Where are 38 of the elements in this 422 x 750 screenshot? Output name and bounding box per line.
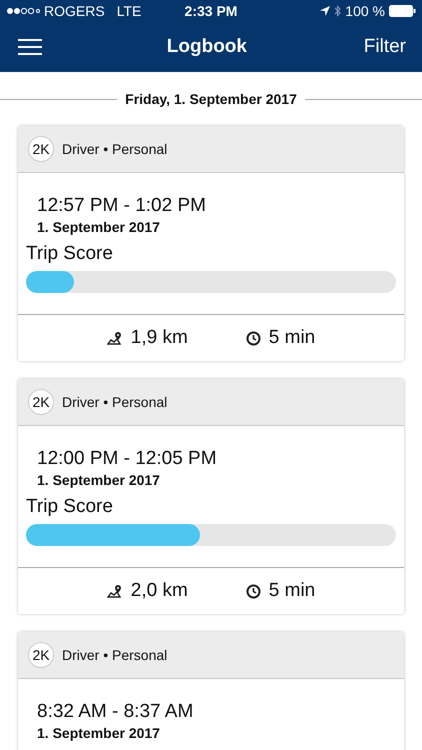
trip-date: 1. September 2017: [36, 472, 161, 488]
trip-card[interactable]: 2K Driver • Personal 8:32 AM - 8:37 AM 1. September 2017: [18, 632, 404, 750]
trip-distance: 1,9 km: [130, 327, 188, 349]
trip-type: Driver • Personal: [62, 394, 168, 410]
network-type: LTE: [116, 3, 142, 19]
score-label: Trip Score: [26, 243, 114, 265]
screen-title: Logbook: [166, 36, 247, 58]
vehicle-badge: 2K: [28, 136, 54, 162]
status-time: 2:33 PM: [184, 3, 238, 19]
clock-icon: [246, 584, 261, 598]
location-arrow-icon: [320, 6, 330, 16]
trip-card[interactable]: 2K Driver • Personal 12:57 PM - 1:02 PM 1. September 2017 Trip Score 1,9 km 5 min: [18, 126, 404, 361]
signal-icon: [6, 7, 40, 15]
trip-duration: 5 min: [268, 580, 316, 602]
bluetooth-icon: [334, 5, 342, 17]
score-label: Trip Score: [26, 496, 114, 518]
trip-type: Driver • Personal: [62, 141, 168, 157]
trip-date: 1. September 2017: [36, 725, 161, 741]
trip-card[interactable]: 2K Driver • Personal 12:00 PM - 12:05 PM 1. September 2017 Trip Score 2,0 km 5 min: [18, 379, 404, 614]
vehicle-badge: 2K: [28, 642, 54, 668]
menu-icon: [18, 38, 42, 56]
carrier-name: ROGERS: [44, 3, 105, 19]
route-pin-icon: [106, 331, 123, 345]
battery-percentage: 100 %: [345, 3, 385, 19]
trip-type: Driver • Personal: [62, 647, 168, 663]
date-heading: Friday, 1. September 2017: [125, 91, 297, 107]
time-range: 12:00 PM - 12:05 PM: [36, 448, 218, 470]
filter-button[interactable]: Filter: [364, 36, 406, 58]
trip-distance: 2,0 km: [130, 580, 188, 602]
trip-date: 1. September 2017: [36, 219, 161, 235]
trip-duration: 5 min: [268, 327, 316, 349]
route-pin-icon: [106, 584, 123, 598]
battery-icon: [388, 5, 416, 17]
clock-icon: [246, 330, 261, 346]
menu-button[interactable]: [18, 38, 42, 56]
vehicle-badge: 2K: [28, 389, 54, 415]
time-range: 8:32 AM - 8:37 AM: [36, 701, 194, 723]
time-range: 12:57 PM - 1:02 PM: [36, 195, 207, 217]
